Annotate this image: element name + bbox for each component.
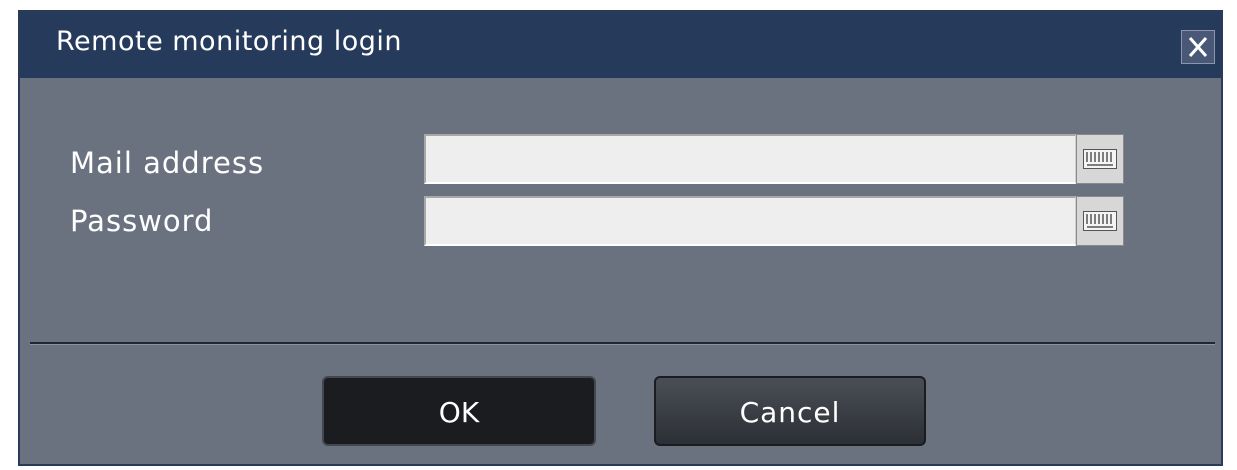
- close-button[interactable]: [1181, 30, 1215, 64]
- mail-address-label: Mail address: [70, 146, 265, 180]
- dialog-titlebar: Remote monitoring login: [20, 12, 1221, 78]
- mail-keyboard-button[interactable]: [1076, 134, 1124, 184]
- password-input[interactable]: [424, 196, 1076, 246]
- dialog-title: Remote monitoring login: [56, 26, 403, 57]
- password-label: Password: [70, 204, 214, 238]
- keyboard-icon: [1083, 149, 1117, 169]
- cancel-button[interactable]: Cancel: [654, 376, 926, 446]
- ok-button[interactable]: OK: [322, 376, 596, 446]
- dialog-body: Mail address Password OK Cancel: [20, 78, 1221, 464]
- footer-divider: [30, 342, 1215, 345]
- password-keyboard-button[interactable]: [1076, 196, 1124, 246]
- close-icon: [1188, 37, 1208, 57]
- keyboard-icon: [1083, 211, 1117, 231]
- mail-address-input[interactable]: [424, 134, 1076, 184]
- login-dialog: Remote monitoring login Mail address Pas…: [18, 10, 1223, 466]
